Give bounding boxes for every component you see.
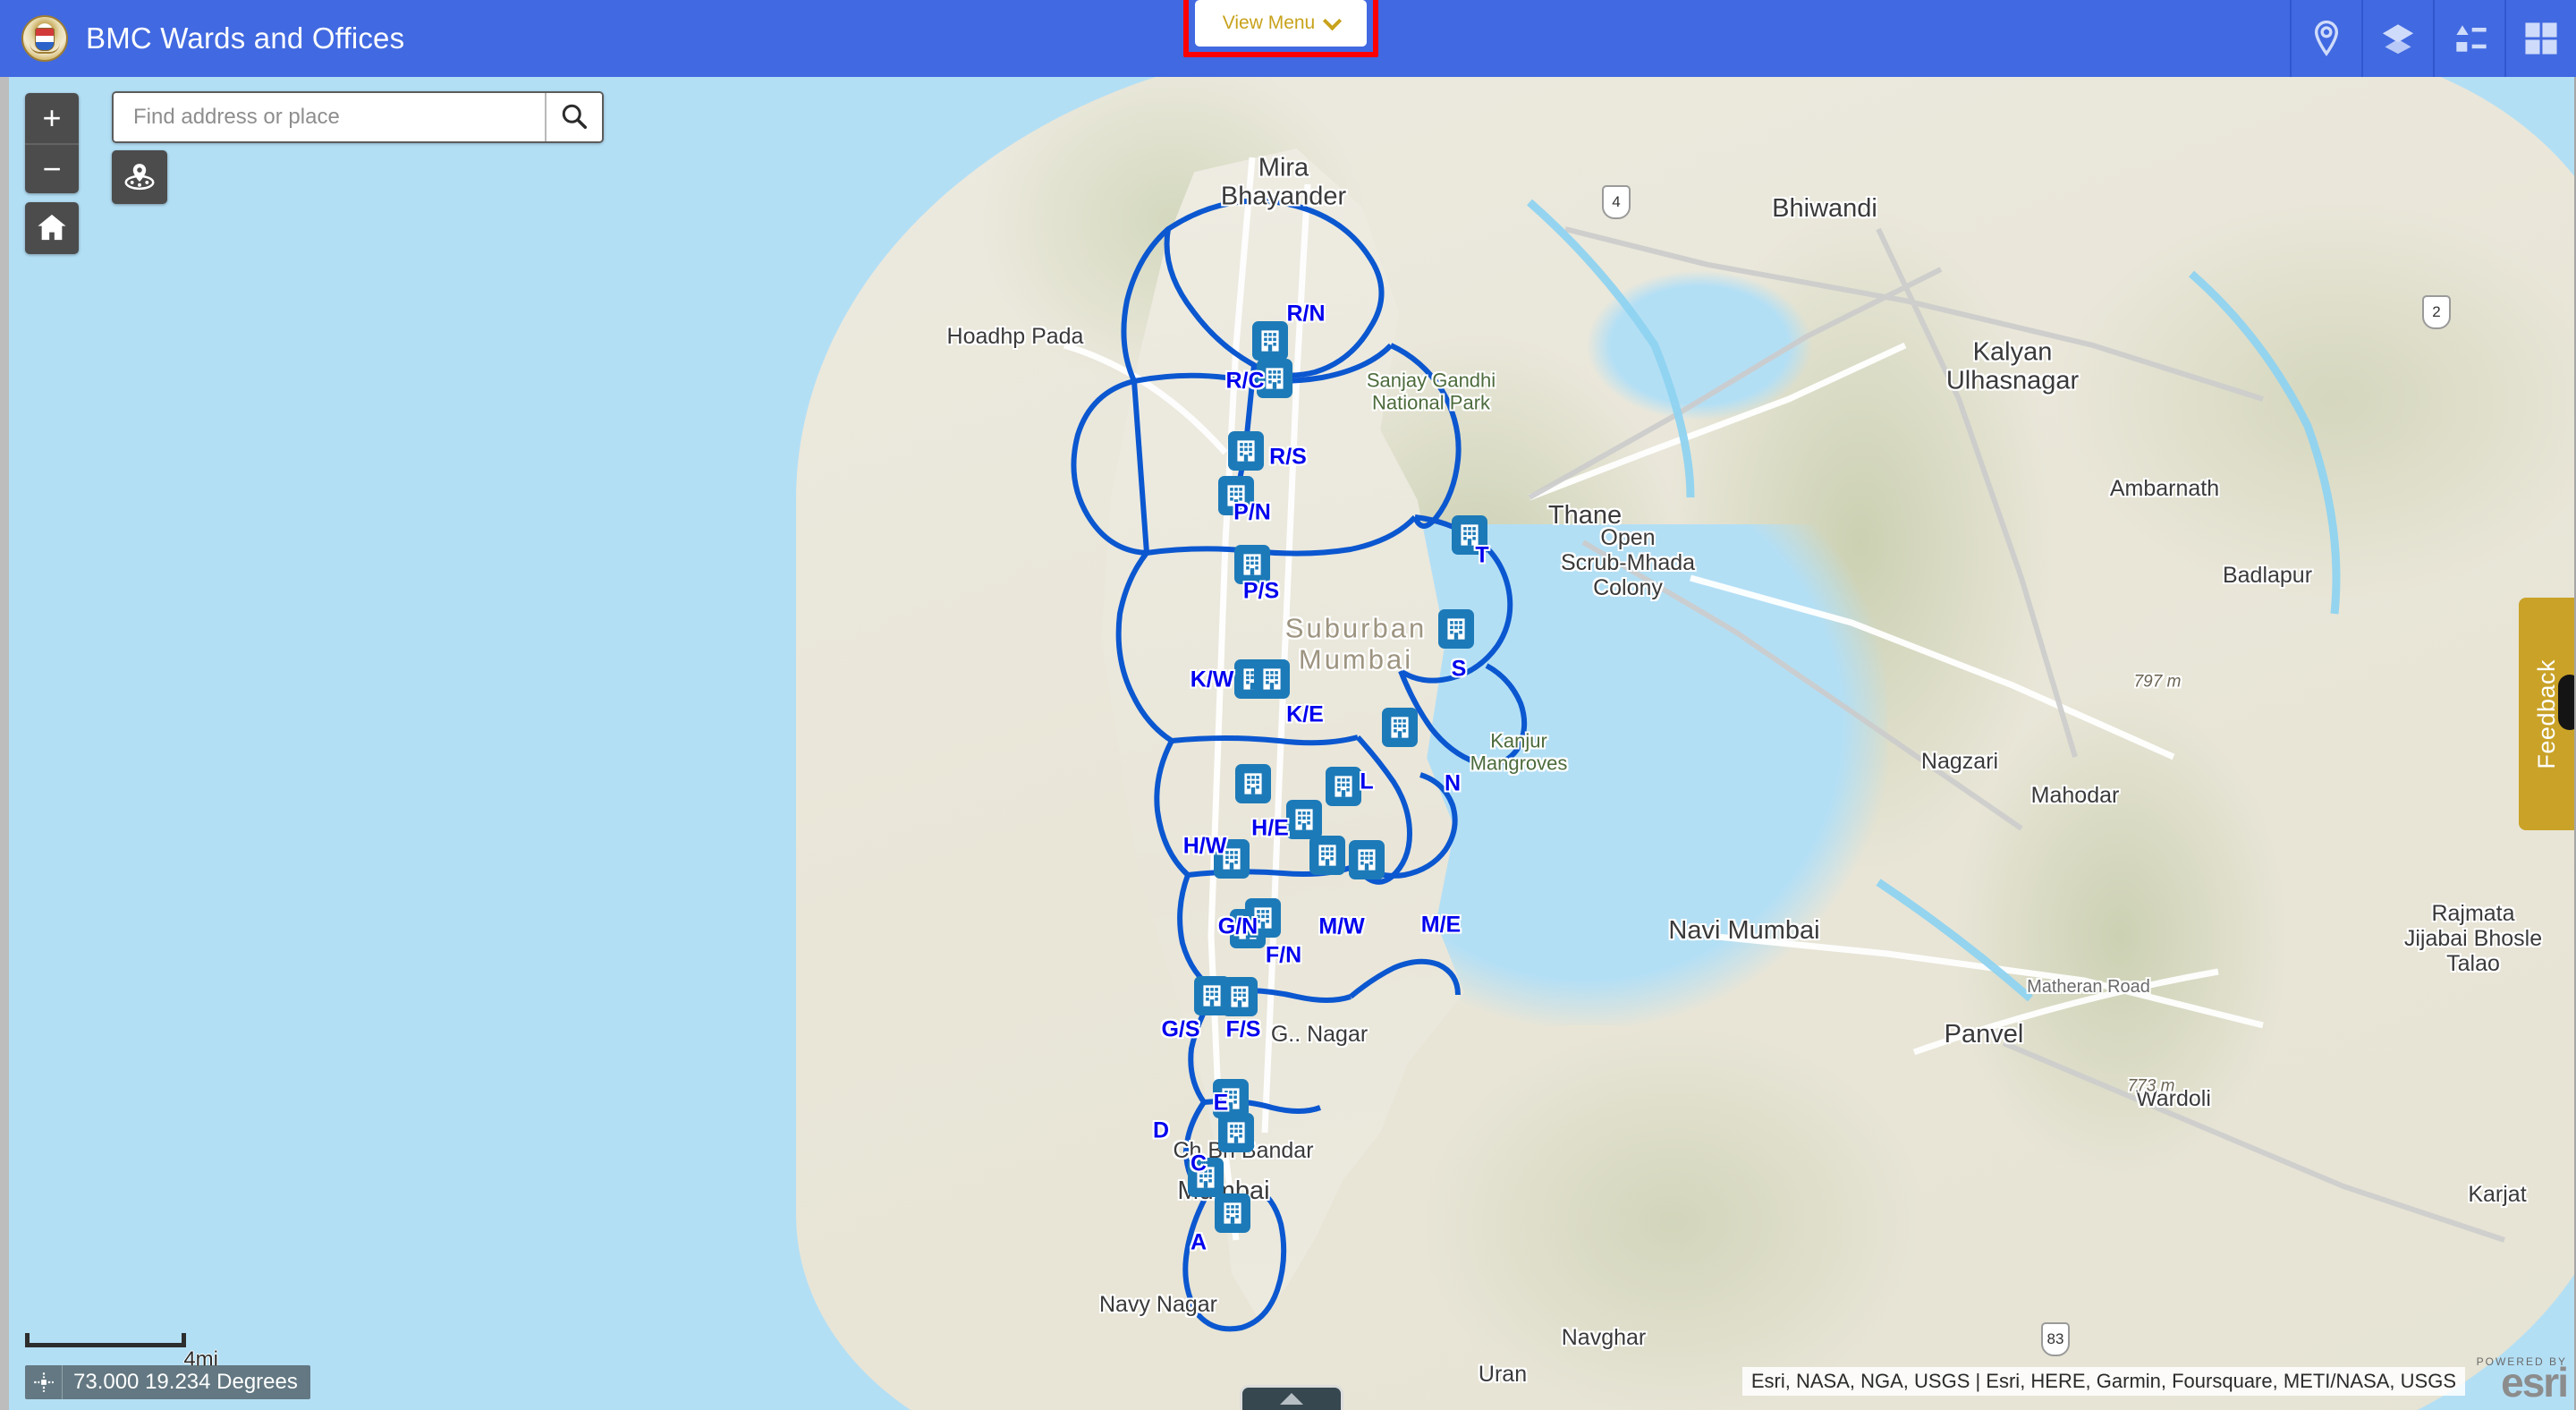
- view-menu-button[interactable]: View Menu: [1195, 0, 1367, 47]
- zoom-out-button[interactable]: −: [25, 143, 79, 193]
- office-marker-icon[interactable]: [1438, 609, 1474, 649]
- search-button[interactable]: [545, 93, 602, 141]
- view-menu-label: View Menu: [1222, 13, 1316, 33]
- zoom-control-group: + −: [25, 93, 79, 193]
- basemap-canvas: Mira Bhayander Hoadhp Pada Sanjay Gandhi Nat…: [9, 77, 2574, 1410]
- office-marker-icon[interactable]: [1326, 767, 1361, 806]
- office-marker-icon[interactable]: [1234, 545, 1270, 584]
- map-application: BMC Wards and Offices View Menu Mira Bha…: [0, 0, 2576, 1410]
- my-location-button[interactable]: [112, 150, 167, 204]
- home-icon: [37, 213, 67, 244]
- office-marker-icon[interactable]: [1215, 1193, 1250, 1233]
- feedback-label: Feedback: [2532, 658, 2560, 769]
- office-marker-icon[interactable]: [1214, 839, 1250, 879]
- app-header: BMC Wards and Offices View Menu: [0, 0, 2576, 77]
- map-viewport[interactable]: Mira Bhayander Hoadhp Pada Sanjay Gandhi Nat…: [9, 77, 2574, 1410]
- office-marker-icon[interactable]: [1222, 977, 1258, 1016]
- page-title: BMC Wards and Offices: [86, 21, 405, 55]
- office-marker-icon[interactable]: [1188, 1158, 1224, 1197]
- bottom-panel-toggle[interactable]: [1240, 1385, 1343, 1410]
- search-icon: [561, 103, 588, 132]
- office-marker-icon[interactable]: [1218, 1113, 1254, 1152]
- office-marker-icon[interactable]: [1382, 708, 1418, 747]
- office-marker-icon[interactable]: [1218, 476, 1254, 515]
- apps-grid-icon[interactable]: [2504, 0, 2576, 77]
- highway-network: [1528, 226, 2505, 1243]
- header-icon-group: [2290, 0, 2576, 77]
- coordinates-widget[interactable]: 73.000 19.234 Degrees: [25, 1365, 310, 1399]
- crosshair-icon: [25, 1365, 63, 1399]
- map-attribution[interactable]: Esri, NASA, NGA, USGS | Esri, HERE, Garm…: [1741, 1367, 2465, 1396]
- home-button[interactable]: [25, 202, 79, 254]
- scrollbar-track[interactable]: [0, 77, 9, 1410]
- feedback-handle-pill[interactable]: [2558, 675, 2574, 730]
- office-marker-icon[interactable]: [1245, 898, 1281, 938]
- view-menu-container: View Menu: [1183, 0, 1378, 57]
- search-bar: [112, 91, 604, 143]
- page-scrollbar[interactable]: [0, 77, 9, 1410]
- office-marker-icon[interactable]: [1235, 764, 1271, 803]
- layers-icon[interactable]: [2361, 0, 2433, 77]
- rivers: [1527, 199, 2341, 1002]
- bmc-crest-icon: [21, 15, 68, 62]
- highway-shield-icon: 4: [1602, 185, 1631, 219]
- my-location-icon: [123, 161, 156, 194]
- office-marker-icon[interactable]: [1349, 840, 1385, 879]
- office-marker-icon[interactable]: [1228, 431, 1264, 471]
- legend-icon[interactable]: [2433, 0, 2504, 77]
- chevron-down-icon: [1323, 11, 1343, 30]
- bookmark-pin-icon[interactable]: [2290, 0, 2361, 77]
- office-marker-icon[interactable]: [1257, 359, 1292, 398]
- chevron-up-icon: [1280, 1393, 1303, 1405]
- office-marker-icon[interactable]: [1252, 321, 1288, 361]
- search-input[interactable]: [114, 93, 545, 141]
- office-marker-icon[interactable]: [1254, 659, 1290, 699]
- highway-shield-icon: 83: [2041, 1322, 2070, 1356]
- coordinates-value: 73.000 19.234 Degrees: [73, 1370, 298, 1394]
- map-vector-layer: [1063, 157, 2505, 1332]
- zoom-in-button[interactable]: +: [25, 93, 79, 143]
- office-marker-icon[interactable]: [1309, 836, 1345, 875]
- highway-shield-icon: 2: [2422, 295, 2451, 329]
- office-marker-icon[interactable]: [1286, 800, 1322, 839]
- office-marker-icon[interactable]: [1452, 515, 1487, 555]
